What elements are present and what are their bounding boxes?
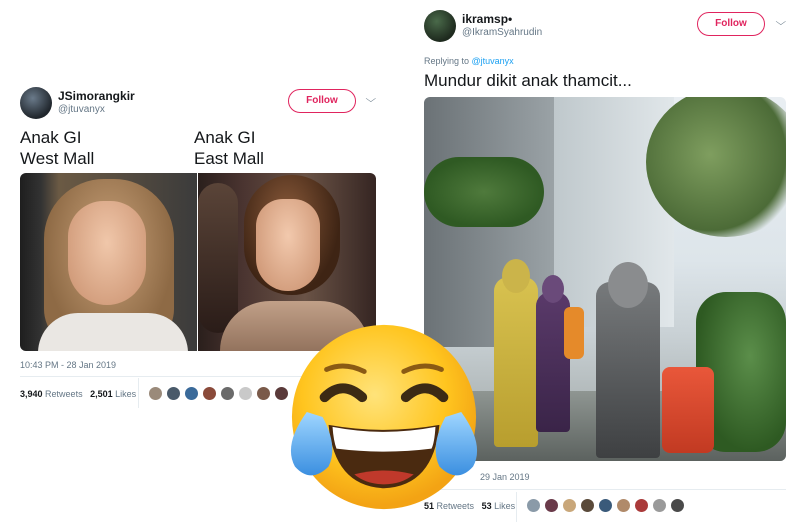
- liker-avatar[interactable]: [544, 498, 559, 513]
- retweet-count[interactable]: 3,940: [20, 389, 43, 399]
- liker-avatar[interactable]: [238, 386, 253, 401]
- follow-button[interactable]: Follow: [697, 12, 765, 36]
- face-with-tears-of-joy-icon: [290, 324, 478, 510]
- retweets-label: Retweets: [45, 389, 83, 399]
- chevron-down-icon[interactable]: ⌵: [775, 17, 786, 28]
- liker-avatar[interactable]: [166, 386, 181, 401]
- user-handle[interactable]: @jtuvanyx: [58, 104, 105, 115]
- likes-label: Likes: [115, 389, 137, 399]
- chevron-down-icon[interactable]: ⌵: [365, 94, 376, 105]
- follow-button[interactable]: Follow: [288, 89, 356, 113]
- divider: [138, 378, 139, 408]
- liker-avatar[interactable]: [652, 498, 667, 513]
- photo-west-mall[interactable]: [20, 173, 197, 351]
- tweet-text-right: Anak GI East Mall: [194, 128, 264, 168]
- liker-avatar[interactable]: [562, 498, 577, 513]
- avatar[interactable]: [424, 10, 456, 42]
- avatar[interactable]: [20, 87, 52, 119]
- liker-avatar[interactable]: [580, 498, 595, 513]
- tweet-stats: 3,940 Retweets 2,501 Likes: [20, 389, 136, 399]
- liker-avatar[interactable]: [670, 498, 685, 513]
- user-name[interactable]: JSimorangkir: [58, 89, 135, 103]
- liker-avatar[interactable]: [598, 498, 613, 513]
- liker-avatar[interactable]: [616, 498, 631, 513]
- user-name[interactable]: ikramsp•: [462, 12, 512, 26]
- liker-avatar[interactable]: [184, 386, 199, 401]
- tweet-text-left: Anak GI West Mall: [20, 128, 95, 168]
- liker-avatar[interactable]: [256, 386, 271, 401]
- divider: [516, 492, 517, 522]
- liker-avatars: [526, 498, 685, 513]
- replying-to: Replying to @jtuvanyx: [424, 56, 514, 66]
- replying-prefix: Replying to: [424, 56, 472, 66]
- liker-avatars: [148, 386, 289, 401]
- tweet-timestamp[interactable]: 29 Jan 2019: [480, 472, 530, 482]
- tweet-text: Mundur dikit anak thamcit...: [424, 71, 632, 90]
- tweet-timestamp[interactable]: 10:43 PM - 28 Jan 2019: [20, 360, 116, 370]
- liker-avatar[interactable]: [526, 498, 541, 513]
- replying-to-link[interactable]: @jtuvanyx: [472, 56, 514, 66]
- user-handle[interactable]: @IkramSyahrudin: [462, 27, 542, 38]
- liker-avatar[interactable]: [148, 386, 163, 401]
- like-count[interactable]: 2,501: [90, 389, 113, 399]
- liker-avatar[interactable]: [634, 498, 649, 513]
- likes-label: Likes: [494, 501, 516, 511]
- liker-avatar[interactable]: [220, 386, 235, 401]
- like-count[interactable]: 53: [482, 501, 492, 511]
- liker-avatar[interactable]: [202, 386, 217, 401]
